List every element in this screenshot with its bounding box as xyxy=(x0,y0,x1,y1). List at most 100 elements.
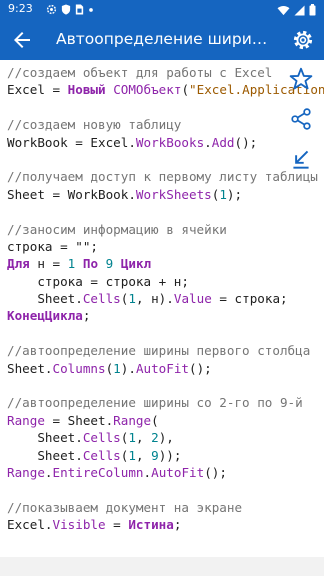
code-line: Sheet.Cells(1, 2), xyxy=(7,429,324,446)
code-text: , н). xyxy=(135,291,174,307)
share-icon xyxy=(291,108,311,130)
status-notification-icons xyxy=(46,4,94,15)
code-comment: //заносим информацию в ячейки xyxy=(7,221,227,237)
back-button[interactable] xyxy=(10,28,34,52)
code-identifier: COMОбъект xyxy=(113,82,182,98)
share-button[interactable] xyxy=(288,106,314,132)
code-identifier: Visible xyxy=(52,517,106,533)
code-keyword: Новый xyxy=(67,82,106,98)
star-outline-icon xyxy=(289,67,313,90)
battery-icon xyxy=(309,4,316,16)
code-text: Sheet. xyxy=(7,360,53,376)
code-comment: //автоопределение ширины со 2-го по 9-й xyxy=(7,395,303,411)
status-time: 9:23 xyxy=(8,2,33,15)
code-identifier: Columns xyxy=(52,360,106,376)
code-number: 1 xyxy=(113,360,121,376)
code-identifier: Cells xyxy=(82,291,121,307)
code-identifier: Range xyxy=(7,412,45,428)
code-comment: //создаем объект для работы с Excel xyxy=(7,65,273,80)
code-line: Excel.Visible = Истина; xyxy=(7,516,324,533)
code-identifier: AutoFit xyxy=(135,360,190,376)
gear-icon xyxy=(46,4,57,15)
code-text: Sheet. xyxy=(7,291,83,307)
code-text: ( xyxy=(181,82,190,98)
code-identifier: Cells xyxy=(82,430,121,446)
code-identifier: WorkBooks xyxy=(135,134,205,150)
code-text: ; xyxy=(173,517,182,533)
code-identifier: Range xyxy=(7,464,45,480)
code-identifier: Range xyxy=(113,412,152,428)
code-identifier: Value xyxy=(173,291,212,307)
code-text: = xyxy=(105,517,129,533)
code-keyword: По xyxy=(82,256,99,272)
code-text: Sheet. xyxy=(7,447,83,463)
code-number: 1 xyxy=(128,447,136,463)
code-comment: //автоопределение ширины первого столбца xyxy=(7,343,311,359)
code-comment: //получаем доступ к первому листу таблиц… xyxy=(7,169,318,185)
code-line: Sheet.Columns(1).AutoFit(); xyxy=(7,360,324,377)
code-line: Excel = Новый COMОбъект("Excel.Applicati… xyxy=(7,81,324,98)
code-text: Excel = xyxy=(7,82,68,98)
code-text: , xyxy=(135,447,152,463)
status-bar: 9:23 xyxy=(0,0,324,20)
wifi-icon xyxy=(277,5,290,15)
code-line: Sheet = WorkBook.WorkSheets(1); xyxy=(7,186,324,203)
app-bar: Автоопределение ширины ст... xyxy=(0,20,324,60)
code-text: )); xyxy=(158,447,182,463)
code-text: ; xyxy=(82,308,91,324)
code-number: 9 xyxy=(151,447,159,463)
code-keyword: Истина xyxy=(128,517,174,533)
code-line: //заносим информацию в ячейки xyxy=(7,221,324,238)
favorite-button[interactable] xyxy=(288,66,314,92)
code-text: н = xyxy=(29,256,68,272)
code-text: = строка; xyxy=(211,291,288,307)
code-line: Sheet.Cells(1, 9)); xyxy=(7,447,324,464)
code-number: 1 xyxy=(128,291,136,307)
dot-icon xyxy=(89,8,93,12)
code-line: //автоопределение ширины со 2-го по 9-й xyxy=(7,394,324,411)
code-number: 2 xyxy=(151,430,159,446)
code-line: //автоопределение ширины первого столбца xyxy=(7,342,324,359)
code-identifier: EntireColumn xyxy=(52,464,144,480)
code-listing: //создаем объект для работы с Excel Excel… xyxy=(7,64,324,534)
shield-icon xyxy=(61,4,71,15)
code-text: ); xyxy=(226,186,243,202)
code-view[interactable]: //создаем объект для работы с Excel Excel… xyxy=(0,60,324,557)
code-line: строка = ""; xyxy=(7,238,324,255)
code-line: Range.EntireColumn.AutoFit(); xyxy=(7,464,324,481)
code-text: (); xyxy=(234,134,258,150)
code-text: ), xyxy=(158,430,174,446)
code-text: = Sheet. xyxy=(44,412,114,428)
download-icon xyxy=(293,150,309,169)
code-line: //получаем доступ к первому листу таблиц… xyxy=(7,168,324,185)
code-line: Range = Sheet.Range( xyxy=(7,412,324,429)
page-title: Автоопределение ширины ст... xyxy=(56,30,274,48)
code-line: //показываем документ на экране xyxy=(7,499,324,516)
code-text: , xyxy=(135,430,152,446)
code-line: Для н = 1 По 9 Цикл xyxy=(7,255,324,272)
code-text: ). xyxy=(120,360,136,376)
code-text: . xyxy=(204,134,212,150)
code-text: . xyxy=(143,464,152,480)
code-comment: //показываем документ на экране xyxy=(7,499,243,515)
system-nav-bar xyxy=(0,557,324,576)
settings-button[interactable] xyxy=(290,27,316,53)
status-system-icons xyxy=(277,4,316,16)
code-number: 1 xyxy=(219,186,227,202)
code-line: //создаем новую таблицу xyxy=(7,116,324,133)
code-text: (); xyxy=(204,464,227,480)
code-text: WorkBook = Excel. xyxy=(7,134,136,150)
code-identifier: Cells xyxy=(82,447,121,463)
code-identifier: Add xyxy=(211,134,235,150)
code-keyword: Цикл xyxy=(120,256,152,272)
code-text: Excel. xyxy=(7,517,53,533)
download-button[interactable] xyxy=(288,146,314,172)
code-text: Sheet. xyxy=(7,430,83,446)
code-comment: //создаем новую таблицу xyxy=(7,117,182,133)
